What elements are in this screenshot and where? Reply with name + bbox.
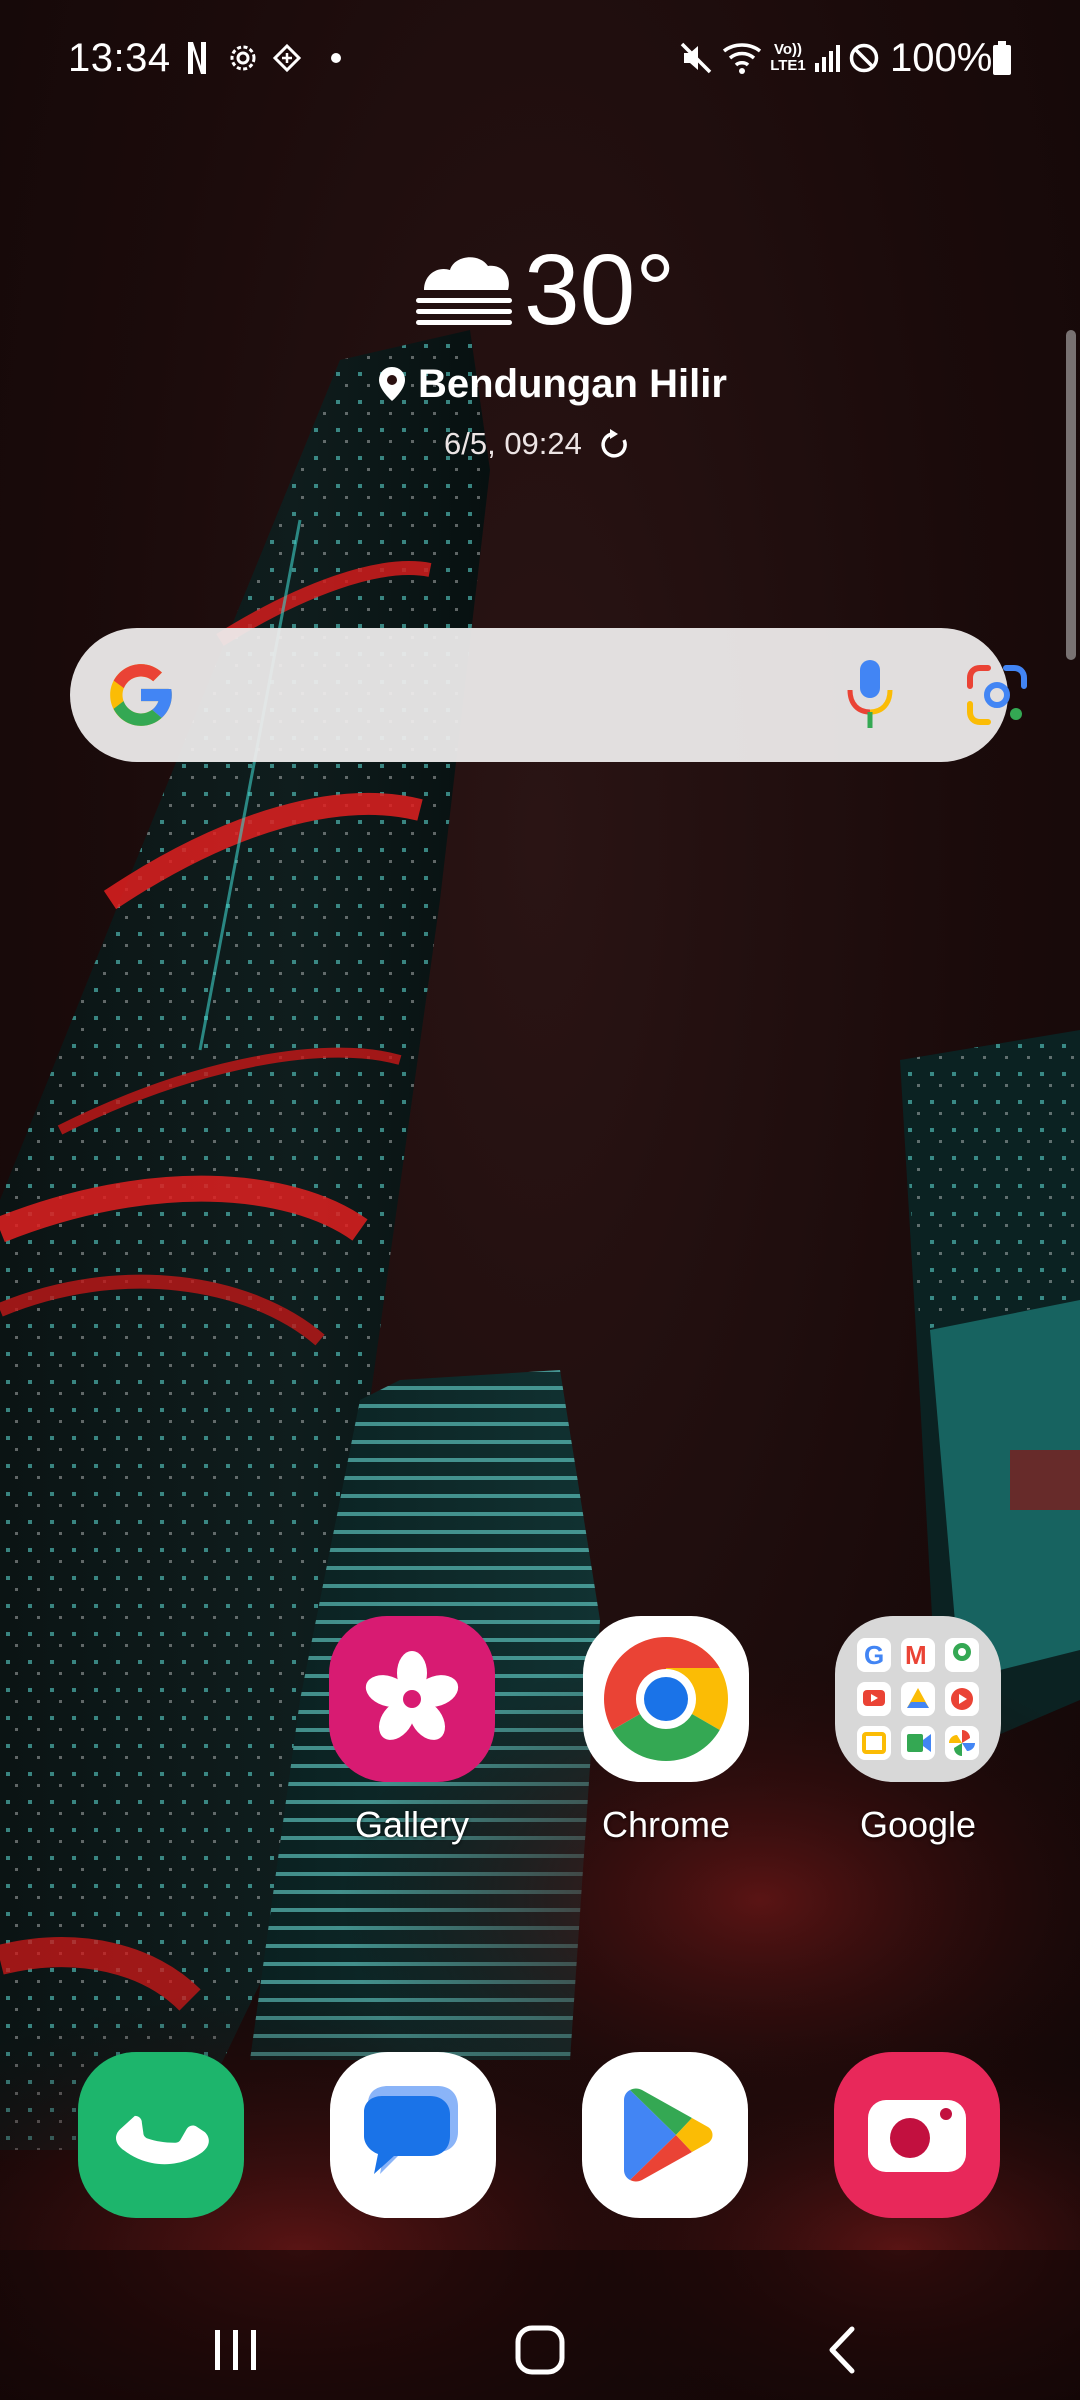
settings-gear-icon [226, 38, 260, 78]
phone-app-icon[interactable] [78, 2052, 244, 2218]
weather-temperature: 30° [524, 234, 676, 346]
gallery-flower-icon [329, 1616, 495, 1782]
wifi-icon [720, 38, 764, 78]
weather-location: Bendungan Hilir [418, 362, 727, 406]
chrome-icon [583, 1616, 749, 1782]
signal-icon [812, 38, 842, 78]
app-chrome[interactable]: Chrome [566, 1616, 766, 1846]
app-label-gallery: Gallery [354, 1804, 470, 1845]
google-lens-icon[interactable] [964, 662, 1030, 728]
location-pin-icon [378, 366, 406, 402]
status-bar: 13:34 Vo)) LTE1 100% [0, 0, 1080, 120]
volte-label: Vo)) [773, 41, 803, 58]
volte-icon: Vo)) LTE1 [768, 38, 808, 78]
netflix-icon [184, 38, 210, 78]
svg-text:G: G [864, 1640, 884, 1670]
lte-label: LTE1 [770, 57, 806, 74]
notification-dot-icon [326, 38, 346, 78]
navigation-bar [0, 2300, 1080, 2400]
battery-icon [988, 38, 1016, 78]
back-button[interactable] [782, 2310, 902, 2390]
camera-app-icon[interactable] [834, 2052, 1000, 2218]
app-label-chrome: Chrome [601, 1804, 731, 1845]
svg-text:M: M [905, 1640, 927, 1670]
play-store-app-icon[interactable] [582, 2052, 748, 2218]
app-gallery[interactable]: Gallery [312, 1616, 512, 1846]
google-logo-icon [104, 658, 178, 732]
status-time: 13:34 [68, 36, 171, 80]
app-google-folder[interactable]: G M Google [818, 1616, 1018, 1846]
do-not-disturb-icon [846, 38, 882, 78]
cloudy-fog-icon [412, 244, 516, 328]
wallpaper-city-image [0, 330, 1080, 2400]
google-search-bar[interactable] [70, 628, 1027, 762]
weather-updated-time: 6/5, 09:24 [444, 426, 582, 461]
recents-icon [215, 2330, 256, 2370]
refresh-icon[interactable] [598, 428, 632, 462]
mute-icon [676, 38, 716, 78]
home-button[interactable] [480, 2310, 600, 2390]
back-icon [829, 2326, 855, 2374]
battery-percent: 100% [890, 36, 993, 80]
messages-app-icon[interactable] [330, 2052, 496, 2218]
edge-panel-handle[interactable] [1066, 330, 1076, 660]
voice-search-mic-icon[interactable] [838, 656, 902, 734]
wallpaper [0, 0, 1080, 2400]
app-label-google: Google [859, 1804, 977, 1845]
home-icon [515, 2325, 565, 2375]
google-folder-icon: G M [835, 1616, 1001, 1782]
tinder-like-icon [270, 38, 304, 78]
recents-button[interactable] [176, 2310, 296, 2390]
